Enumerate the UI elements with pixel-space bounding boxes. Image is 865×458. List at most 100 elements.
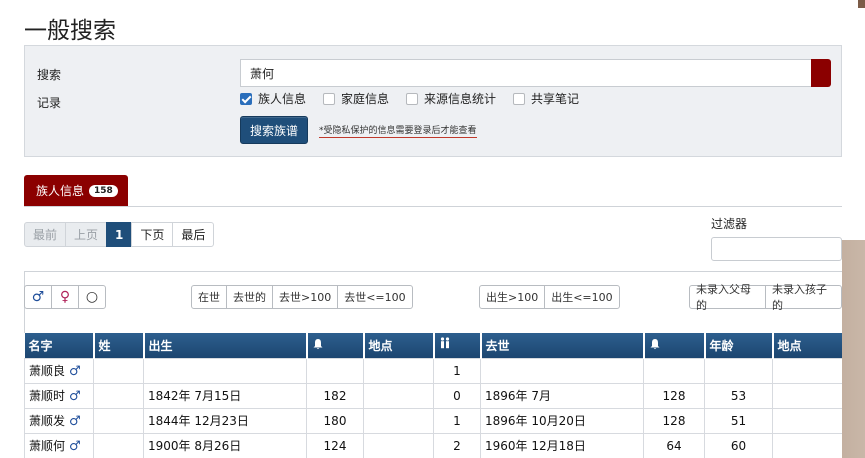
pager-first[interactable]: 最前 bbox=[24, 222, 67, 247]
cell-birth-age: 180 bbox=[306, 407, 364, 434]
cell-given-name[interactable]: 萧顺发 ♂ bbox=[24, 407, 94, 434]
person-name-link[interactable]: 萧顺时 bbox=[29, 389, 65, 403]
filter-no-parents-button[interactable]: 未录入父母的 bbox=[689, 283, 766, 312]
cell-surname bbox=[93, 357, 144, 384]
filter-deceased-over-100-button[interactable]: 去世>100 bbox=[272, 285, 339, 309]
tab-label: 族人信息 bbox=[36, 184, 85, 198]
cell-age: 53 bbox=[704, 382, 773, 409]
col-birth-age[interactable] bbox=[306, 333, 365, 358]
checkbox-families[interactable]: 家庭信息 bbox=[323, 90, 389, 107]
checkbox-label: 共享笔记 bbox=[531, 92, 580, 106]
cell-birth: 1844年 12月23日 bbox=[143, 407, 307, 434]
person-name-link[interactable]: 萧顺何 bbox=[29, 439, 65, 453]
pagination: 最前 上页 1 下页 最后 bbox=[24, 222, 215, 247]
col-death-age[interactable] bbox=[643, 333, 706, 358]
cell-death-place bbox=[772, 407, 843, 434]
female-icon[interactable]: ♀ bbox=[51, 285, 79, 309]
filter-living-button[interactable]: 在世 bbox=[191, 285, 227, 309]
status-filter-group: 在世 去世的 去世>100 去世<=100 bbox=[191, 285, 413, 309]
pager-next[interactable]: 下页 bbox=[131, 222, 174, 247]
search-input[interactable] bbox=[240, 59, 812, 87]
col-age[interactable]: 年龄 bbox=[704, 333, 774, 358]
page-title: 一般搜索 bbox=[24, 18, 116, 44]
cell-death-age bbox=[643, 357, 705, 384]
pager-last[interactable]: 最后 bbox=[172, 222, 215, 247]
cell-death: 1896年 10月20日 bbox=[480, 407, 644, 434]
cell-death-place bbox=[772, 382, 843, 409]
page: 一般搜索 搜索 记录 族人信息 家庭信息 来源信息统计 bbox=[0, 0, 865, 458]
checkbox-label: 家庭信息 bbox=[341, 92, 390, 106]
checkbox-unchecked-icon[interactable] bbox=[323, 92, 336, 105]
table-header-row: 名字 姓 出生 地点 去世 年龄 地点 bbox=[24, 333, 844, 358]
male-icon[interactable]: ♂ bbox=[24, 285, 52, 309]
col-given-name[interactable]: 名字 bbox=[24, 333, 95, 358]
cell-birth-age: 182 bbox=[306, 382, 364, 409]
col-birth[interactable]: 出生 bbox=[143, 333, 308, 358]
cell-birth-place bbox=[363, 407, 434, 434]
checkbox-checked-icon[interactable] bbox=[240, 92, 252, 105]
cell-death-place bbox=[772, 432, 843, 458]
person-name-link[interactable]: 萧顺发 bbox=[29, 414, 65, 428]
cell-surname bbox=[93, 382, 144, 409]
pager-prev[interactable]: 上页 bbox=[65, 222, 108, 247]
pager-current[interactable]: 1 bbox=[106, 222, 133, 247]
cell-birth-age: 124 bbox=[306, 432, 364, 458]
filter-born-under-100-button[interactable]: 出生<=100 bbox=[544, 285, 620, 309]
search-panel: 搜索 记录 族人信息 家庭信息 来源信息统计 共 bbox=[24, 45, 842, 157]
cell-birth bbox=[143, 357, 307, 384]
sex-filter-group: ♂ ♀ ○ bbox=[24, 285, 106, 309]
link-filter-group: 未录入父母的 未录入孩子的 bbox=[689, 283, 842, 312]
col-death[interactable]: 去世 bbox=[480, 333, 645, 358]
person-name-link[interactable]: 萧顺良 bbox=[29, 364, 65, 378]
cell-age: 60 bbox=[704, 432, 773, 458]
search-submit-button[interactable]: 搜索族谱 bbox=[240, 116, 308, 144]
bell-icon bbox=[313, 338, 322, 349]
cell-given-name[interactable]: 萧顺良 ♂ bbox=[24, 357, 94, 384]
records-label: 记录 bbox=[37, 96, 62, 110]
cell-surname bbox=[93, 407, 144, 434]
cell-death-age: 64 bbox=[643, 432, 705, 458]
col-birth-place[interactable]: 地点 bbox=[363, 333, 435, 358]
cell-age bbox=[704, 357, 773, 384]
birth-filter-group: 出生>100 出生<=100 bbox=[479, 285, 620, 309]
cell-death-age: 128 bbox=[643, 382, 705, 409]
cell-given-name[interactable]: 萧顺何 ♂ bbox=[24, 432, 94, 458]
children-icon bbox=[440, 337, 449, 349]
checkbox-notes[interactable]: 共享笔记 bbox=[513, 90, 579, 107]
male-icon: ♂ bbox=[69, 414, 81, 429]
unknown-sex-icon[interactable]: ○ bbox=[78, 285, 106, 309]
table-row: 萧顺发 ♂ 1844年 12月23日 180 1 1896年 10月20日 128… bbox=[24, 407, 843, 434]
search-label: 搜索 bbox=[37, 68, 62, 82]
cell-given-name[interactable]: 萧顺时 ♂ bbox=[24, 382, 94, 409]
col-children[interactable] bbox=[433, 333, 482, 358]
cell-birth-place bbox=[363, 382, 434, 409]
checkbox-unchecked-icon[interactable] bbox=[406, 92, 419, 105]
cell-death-place bbox=[772, 357, 843, 384]
filter-no-children-button[interactable]: 未录入孩子的 bbox=[765, 283, 842, 312]
checkbox-label: 来源信息统计 bbox=[424, 92, 497, 106]
filter-deceased-under-100-button[interactable]: 去世<=100 bbox=[337, 285, 413, 309]
male-icon: ♂ bbox=[69, 439, 81, 454]
result-count-badge: 158 bbox=[89, 184, 118, 197]
checkbox-sources[interactable]: 来源信息统计 bbox=[406, 90, 496, 107]
search-addon-button[interactable] bbox=[811, 59, 831, 87]
checkbox-label: 族人信息 bbox=[258, 92, 307, 106]
cell-birth: 1900年 8月26日 bbox=[143, 432, 307, 458]
checkbox-unchecked-icon[interactable] bbox=[513, 92, 526, 105]
filter-born-over-100-button[interactable]: 出生>100 bbox=[479, 285, 546, 309]
col-death-place[interactable]: 地点 bbox=[772, 333, 844, 358]
tab-individuals[interactable]: 族人信息 158 bbox=[24, 175, 128, 206]
filter-deceased-button[interactable]: 去世的 bbox=[226, 285, 273, 309]
cell-children: 2 bbox=[433, 432, 481, 458]
table-row: 萧顺时 ♂ 1842年 7月15日 182 0 1896年 7月 128 53 bbox=[24, 382, 843, 409]
cell-age: 51 bbox=[704, 407, 773, 434]
table-row: 萧顺良 ♂ 1 bbox=[24, 357, 843, 384]
tab-divider bbox=[24, 206, 842, 207]
checkbox-individuals[interactable]: 族人信息 bbox=[240, 90, 306, 107]
col-surname[interactable]: 姓 bbox=[93, 333, 145, 358]
filter-input[interactable] bbox=[711, 237, 842, 261]
privacy-note: *受隐私保护的信息需要登录后才能查看 bbox=[319, 123, 477, 138]
male-icon: ♂ bbox=[69, 364, 81, 379]
cell-children: 1 bbox=[433, 407, 481, 434]
cell-birth-place bbox=[363, 357, 434, 384]
